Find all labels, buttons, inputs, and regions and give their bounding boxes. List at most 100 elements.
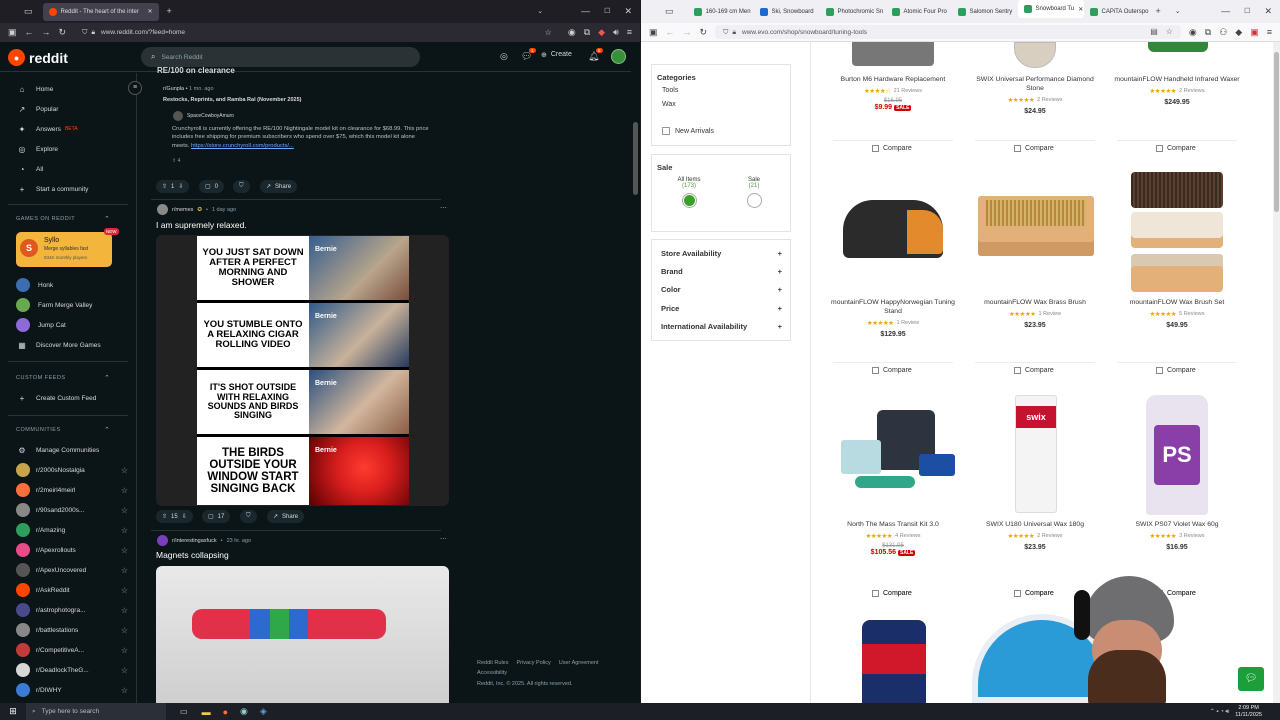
compare-checkbox[interactable]: Compare bbox=[872, 590, 942, 597]
product-image-brass-brush[interactable] bbox=[978, 196, 1094, 256]
community-item[interactable]: r/DIWHY ☆ bbox=[16, 682, 128, 698]
close-window-icon[interactable]: ✕ bbox=[1264, 7, 1272, 16]
compare-checkbox[interactable]: Compare bbox=[872, 367, 942, 374]
review-count[interactable]: 3 Reviews bbox=[1179, 533, 1204, 539]
downvote-icon[interactable]: ⇩ bbox=[178, 183, 183, 190]
chat-widget-button[interactable]: 💬︎ bbox=[1238, 667, 1264, 691]
menu-icon[interactable]: ≡ bbox=[1267, 27, 1272, 37]
comment-user[interactable]: SpaceCowboyAmuro bbox=[173, 111, 234, 121]
review-count[interactable]: 1 Review bbox=[1039, 311, 1062, 317]
addon-red-icon[interactable]: ▣ bbox=[1250, 27, 1259, 37]
list-tabs-icon[interactable]: ⌄ bbox=[1175, 8, 1181, 15]
clock[interactable]: 2:09 PM 11/11/2025 bbox=[1235, 705, 1262, 718]
product-card[interactable]: mountainFLOW Wax Brush Set ★★★★★ 5 Reviews… bbox=[1112, 299, 1242, 329]
reload-icon[interactable]: ↻ bbox=[700, 27, 708, 37]
product-name[interactable]: SWIX U180 Universal Wax 180g bbox=[970, 521, 1100, 530]
vote-buttons[interactable]: ⇧ 1 ⇩ bbox=[156, 180, 190, 193]
create-custom-feed[interactable]: + Create Custom Feed bbox=[16, 391, 97, 405]
firefox-icon[interactable]: ● bbox=[223, 707, 228, 717]
product-card[interactable]: SWIX Universal Performance Diamond Stone… bbox=[970, 76, 1100, 115]
game-jump-cat[interactable]: Jump Cat bbox=[16, 318, 66, 332]
tab-reddit[interactable]: Reddit - The heart of the inter ✕ bbox=[42, 2, 159, 21]
favorite-star-icon[interactable]: ☆ bbox=[121, 506, 128, 515]
extensions-icon[interactable]: ⧉ bbox=[584, 28, 590, 37]
close-tab-icon[interactable]: ✕ bbox=[1078, 6, 1083, 13]
review-count[interactable]: 2 Reviews bbox=[1179, 88, 1204, 94]
community-item[interactable]: r/Apexrollouts ☆ bbox=[16, 542, 128, 558]
checkbox[interactable] bbox=[1014, 367, 1021, 374]
maximize-icon[interactable]: ☐ bbox=[604, 8, 610, 15]
review-count[interactable]: 2 Reviews bbox=[1037, 533, 1062, 539]
sale-sale-items[interactable]: Sale (21) bbox=[737, 177, 771, 208]
pocket-icon[interactable]: ◉ bbox=[1189, 27, 1197, 37]
post-title[interactable]: I am supremely relaxed. bbox=[156, 220, 247, 230]
crosspost-title[interactable]: Restocks, Reprints, and Ramba Ral (Novem… bbox=[163, 97, 301, 103]
product-image-u180-wax[interactable]: swix bbox=[1015, 395, 1057, 513]
back-icon[interactable]: ← bbox=[25, 28, 34, 37]
nav-start-community[interactable]: + Start a community bbox=[16, 182, 89, 196]
browser-tab[interactable]: Snowboard Tu ✕ bbox=[1017, 0, 1084, 18]
minimize-icon[interactable]: — bbox=[1221, 7, 1230, 16]
notifications-icon[interactable]: 🔔︎ bbox=[588, 52, 599, 61]
review-count[interactable]: 21 Reviews bbox=[894, 88, 922, 94]
reload-icon[interactable]: ↻ bbox=[59, 28, 67, 37]
product-card[interactable]: mountainFLOW Wax Brass Brush ★★★★★ 1 Revie… bbox=[970, 299, 1100, 329]
comment-link[interactable]: https://store.crunchyroll.com/products/.… bbox=[191, 143, 294, 149]
product-image-hardware[interactable] bbox=[852, 42, 934, 66]
nav-explore[interactable]: ◎ Explore bbox=[16, 142, 59, 156]
review-count[interactable]: 5 Reviews bbox=[1179, 311, 1204, 317]
product-image-transit-kit[interactable] bbox=[835, 410, 955, 490]
chrome-icon[interactable]: ◉ bbox=[240, 706, 248, 717]
favorite-star-icon[interactable]: ☆ bbox=[121, 566, 128, 575]
product-card[interactable]: SWIX U180 Universal Wax 180g ★★★★★ 2 Revie… bbox=[970, 521, 1100, 551]
product-card[interactable]: mountainFLOW HappyNorwegian Tuning Stand… bbox=[828, 299, 958, 338]
checkbox[interactable] bbox=[872, 145, 879, 152]
category-tools[interactable]: Tools bbox=[662, 87, 678, 94]
product-card[interactable]: SWIX PS07 Violet Wax 60g ★★★★★ 3 Reviews $1… bbox=[1112, 521, 1242, 551]
compare-checkbox[interactable]: Compare bbox=[1156, 367, 1226, 374]
share-button[interactable]: ↗ Share bbox=[260, 180, 298, 193]
task-view-icon[interactable]: ▭ bbox=[180, 707, 188, 716]
compare-checkbox[interactable]: Compare bbox=[872, 145, 942, 152]
featured-game-card[interactable]: S Syllo Merge syllables fast 834K monthl… bbox=[16, 228, 119, 267]
reddit-logo[interactable]: ● reddit bbox=[8, 49, 68, 66]
community-item[interactable]: r/astrophotogra... ☆ bbox=[16, 602, 128, 618]
browser-tab[interactable]: Ski, Snowboard bbox=[754, 0, 820, 23]
windows-start-icon[interactable]: ⊞ bbox=[0, 706, 26, 717]
community-item[interactable]: r/battlestations ☆ bbox=[16, 622, 128, 638]
product-card[interactable]: North The Mass Transit Kit 3.0 ★★★★★ 4 Rev… bbox=[828, 521, 958, 556]
community-item[interactable]: r/ApexUncovered ☆ bbox=[16, 562, 128, 578]
post-title[interactable]: RE/100 on clearance bbox=[157, 66, 235, 75]
favorite-star-icon[interactable]: ☆ bbox=[121, 546, 128, 555]
community-item[interactable]: r/2000sNostalgia ☆ bbox=[16, 462, 128, 478]
chat-icon[interactable]: 💬︎ bbox=[521, 52, 532, 61]
favorite-star-icon[interactable]: ☆ bbox=[121, 486, 128, 495]
addon-icon[interactable]: ◆ bbox=[598, 28, 605, 37]
filter-color[interactable]: Color + bbox=[661, 283, 782, 295]
product-name[interactable]: mountainFLOW HappyNorwegian Tuning Stand bbox=[828, 299, 958, 317]
browser-tab[interactable]: Atomic Four Pro bbox=[886, 0, 952, 23]
games-section-header[interactable]: GAMES ON REDDIT bbox=[16, 216, 75, 222]
checkbox[interactable] bbox=[1014, 590, 1021, 597]
collapse-sidebar-icon[interactable]: ≡ bbox=[128, 81, 142, 95]
more-options-icon[interactable]: ⋯ bbox=[440, 204, 447, 212]
community-item[interactable]: r/2meirl4meirl ☆ bbox=[16, 482, 128, 498]
pocket-icon[interactable]: ◉ bbox=[568, 28, 576, 37]
favorite-star-icon[interactable]: ☆ bbox=[121, 666, 128, 675]
file-explorer-icon[interactable]: ▬ bbox=[202, 707, 211, 717]
community-item[interactable]: r/CompetitiveA... ☆ bbox=[16, 642, 128, 658]
avatar[interactable] bbox=[611, 49, 626, 64]
sidebar-toggle-icon[interactable]: ▣ bbox=[649, 27, 658, 37]
product-name[interactable]: mountainFLOW Wax Brass Brush bbox=[970, 299, 1100, 308]
comments-button[interactable]: ▢ 0 bbox=[199, 180, 225, 193]
favorite-star-icon[interactable]: ☆ bbox=[121, 466, 128, 475]
tab-overview-icon[interactable]: ▭ bbox=[24, 7, 33, 16]
product-name[interactable]: Burton M6 Hardware Replacement bbox=[828, 76, 958, 85]
product-image-radical-can[interactable] bbox=[862, 620, 926, 703]
close-tab-icon[interactable]: ✕ bbox=[147, 8, 152, 15]
subreddit-link[interactable]: r/Gunpla bbox=[163, 86, 184, 92]
favorite-star-icon[interactable]: ☆ bbox=[121, 646, 128, 655]
checkbox[interactable] bbox=[1156, 145, 1163, 152]
game-honk[interactable]: Honk bbox=[16, 278, 53, 292]
account-icon[interactable]: ⚇ bbox=[1219, 27, 1227, 37]
